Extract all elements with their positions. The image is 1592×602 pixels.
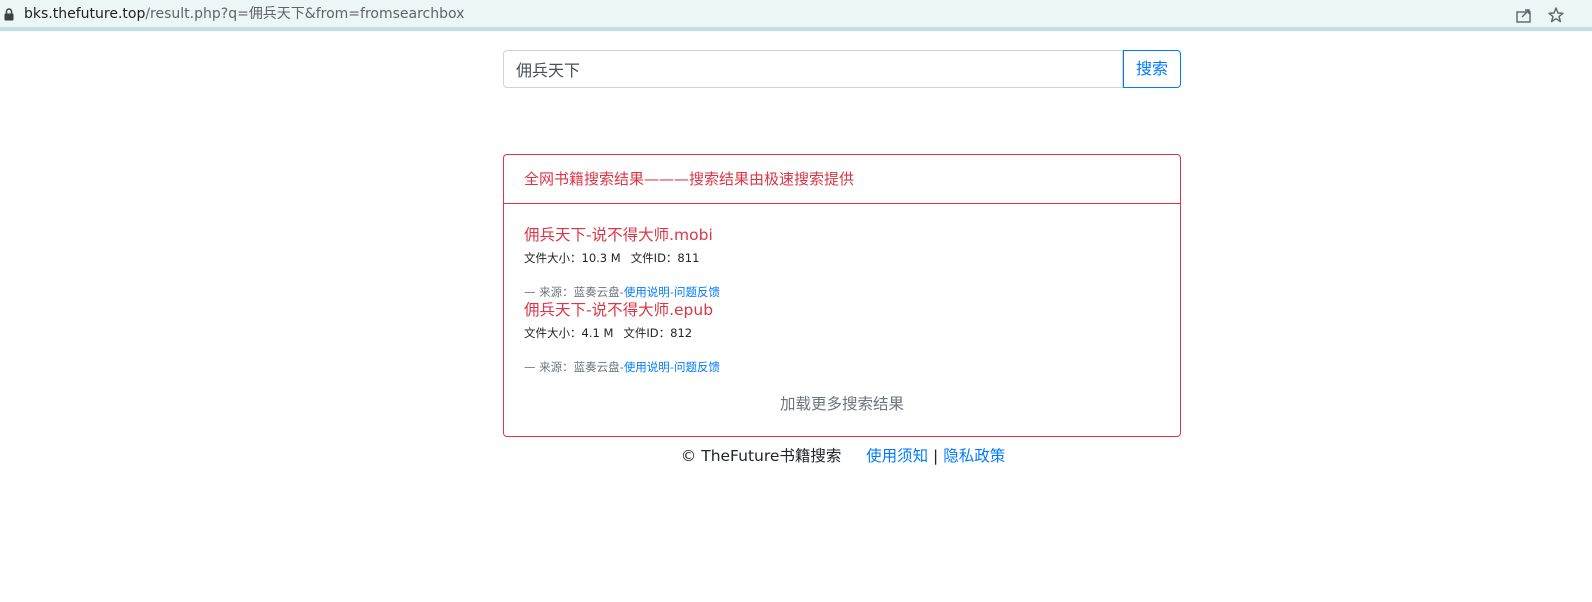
url-path: /result.php?q=佣兵天下&from=fromsearchbox [145,6,465,22]
result-meta: 文件大小：4.1 M 文件ID：812 [524,326,1164,340]
file-size: 文件大小：10.3 M [524,251,621,265]
result-item: 佣兵天下-说不得大师.epub 文件大小：4.1 M 文件ID：812 — 来源：… [524,300,1164,374]
result-source: — 来源：蓝奏云盘-使用说明-问题反馈 [524,285,1164,299]
feedback-link[interactable]: 问题反馈 [674,285,720,299]
footer: © TheFuture书籍搜索 使用须知 | 隐私政策 [0,446,1592,466]
copyright-text: © TheFuture书籍搜索 [680,447,842,465]
share-icon[interactable] [1515,6,1533,24]
lock-icon [4,8,14,21]
file-id: 文件ID：811 [630,251,700,265]
terms-link[interactable]: 使用须知 [866,447,928,465]
privacy-link[interactable]: 隐私政策 [943,447,1005,465]
result-meta: 文件大小：10.3 M 文件ID：811 [524,251,1164,265]
result-title[interactable]: 佣兵天下-说不得大师.epub [524,300,1164,320]
url-host: bks.thefuture.top [24,6,146,22]
results-card: 全网书籍搜索结果———搜索结果由极速搜索提供 佣兵天下-说不得大师.mobi 文… [503,154,1181,437]
url-field[interactable]: bks.thefuture.top/result.php?q=佣兵天下&from… [24,5,464,23]
file-size: 文件大小：4.1 M [524,326,614,340]
source-label: — 来源：蓝奏云盘- [524,360,624,374]
load-more-button[interactable]: 加载更多搜索结果 [504,394,1180,414]
search-input[interactable] [503,50,1123,88]
search-button[interactable]: 搜索 [1123,50,1181,88]
bookmark-star-icon[interactable] [1547,6,1565,24]
file-id: 文件ID：812 [623,326,693,340]
feedback-link[interactable]: 问题反馈 [674,360,720,374]
result-source: — 来源：蓝奏云盘-使用说明-问题反馈 [524,360,1164,374]
result-title[interactable]: 佣兵天下-说不得大师.mobi [524,225,1164,245]
source-label: — 来源：蓝奏云盘- [524,285,624,299]
results-card-header: 全网书籍搜索结果———搜索结果由极速搜索提供 [504,155,1180,204]
footer-separator: | [933,447,939,465]
usage-link[interactable]: 使用说明 [624,360,670,374]
usage-link[interactable]: 使用说明 [624,285,670,299]
result-item: 佣兵天下-说不得大师.mobi 文件大小：10.3 M 文件ID：811 — 来源… [524,225,1164,299]
browser-address-bar: bks.thefuture.top/result.php?q=佣兵天下&from… [0,0,1592,31]
